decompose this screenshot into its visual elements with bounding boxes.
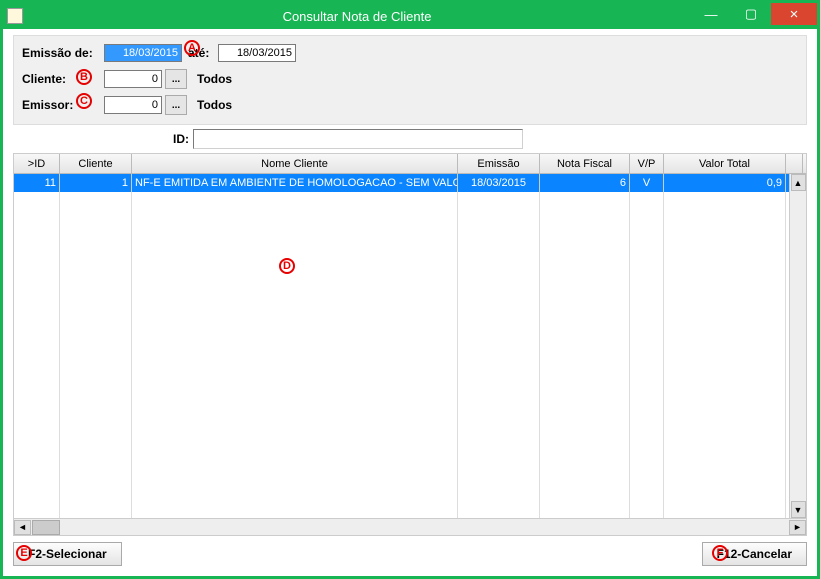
header-valor[interactable]: Valor Total	[664, 154, 786, 173]
id-row: ID:	[13, 125, 807, 153]
maximize-button[interactable]: ▢	[731, 3, 771, 25]
ate-label: até:	[188, 46, 218, 60]
emissor-label: Emissor:	[22, 98, 80, 112]
cliente-lookup-button[interactable]: ...	[165, 69, 187, 89]
emissao-de-input[interactable]	[104, 44, 182, 62]
id-label: ID:	[173, 132, 189, 146]
window-title: Consultar Nota de Cliente	[23, 9, 691, 24]
emissor-todos-label: Todos	[197, 98, 232, 112]
cell-valor: 0,9	[664, 174, 786, 192]
emissao-ate-input[interactable]	[218, 44, 296, 62]
scroll-up-button[interactable]: ▲	[791, 174, 806, 191]
cliente-input[interactable]	[104, 70, 162, 88]
emissor-lookup-button[interactable]: ...	[165, 95, 187, 115]
header-cliente[interactable]: Cliente	[60, 154, 132, 173]
date-row: Emissão de: até:	[22, 42, 798, 64]
grid-header: >ID Cliente Nome Cliente Emissão Nota Fi…	[14, 154, 806, 174]
scroll-thumb[interactable]	[32, 520, 60, 535]
grid-body[interactable]: 11 1 NF-E EMITIDA EM AMBIENTE DE HOMOLOG…	[14, 174, 806, 518]
cell-id: 11	[14, 174, 60, 192]
cell-emissao: 18/03/2015	[458, 174, 540, 192]
title-bar: Consultar Nota de Cliente — ▢ ×	[3, 3, 817, 29]
header-emissao[interactable]: Emissão	[458, 154, 540, 173]
cell-nome: NF-E EMITIDA EM AMBIENTE DE HOMOLOGACAO …	[132, 174, 458, 192]
table-row[interactable]: 11 1 NF-E EMITIDA EM AMBIENTE DE HOMOLOG…	[14, 174, 806, 192]
content-area: Emissão de: até: Cliente: ... Todos Emis…	[3, 29, 817, 576]
column-lines	[14, 192, 806, 518]
app-icon	[7, 8, 23, 24]
scroll-down-button[interactable]: ▼	[791, 501, 806, 518]
window-controls: — ▢ ×	[691, 3, 817, 25]
close-button[interactable]: ×	[771, 3, 817, 25]
cliente-todos-label: Todos	[197, 72, 232, 86]
select-button[interactable]: F2-Selecionar	[13, 542, 122, 566]
horizontal-scrollbar[interactable]: ◄ ►	[14, 518, 806, 535]
cancel-button[interactable]: F12-Cancelar	[702, 542, 807, 566]
cliente-row: Cliente: ... Todos	[22, 68, 798, 90]
id-input[interactable]	[193, 129, 523, 149]
header-id[interactable]: >ID	[14, 154, 60, 173]
minimize-button[interactable]: —	[691, 3, 731, 25]
header-nota[interactable]: Nota Fiscal	[540, 154, 630, 173]
emissor-input[interactable]	[104, 96, 162, 114]
emissao-de-label: Emissão de:	[22, 46, 104, 60]
cliente-label: Cliente:	[22, 72, 78, 86]
cell-vp: V	[630, 174, 664, 192]
app-window: Consultar Nota de Cliente — ▢ × Emissão …	[0, 0, 820, 579]
filter-panel: Emissão de: até: Cliente: ... Todos Emis…	[13, 35, 807, 125]
header-scroll-spacer	[786, 154, 803, 173]
header-nome[interactable]: Nome Cliente	[132, 154, 458, 173]
button-bar: F2-Selecionar F12-Cancelar	[13, 542, 807, 566]
grid: >ID Cliente Nome Cliente Emissão Nota Fi…	[13, 153, 807, 536]
emissor-row: Emissor: ... Todos	[22, 94, 798, 116]
cell-nota: 6	[540, 174, 630, 192]
scroll-left-button[interactable]: ◄	[14, 520, 31, 535]
scroll-right-button[interactable]: ►	[789, 520, 806, 535]
header-vp[interactable]: V/P	[630, 154, 664, 173]
cell-cliente: 1	[60, 174, 132, 192]
vertical-scrollbar[interactable]: ▲ ▼	[789, 174, 806, 518]
